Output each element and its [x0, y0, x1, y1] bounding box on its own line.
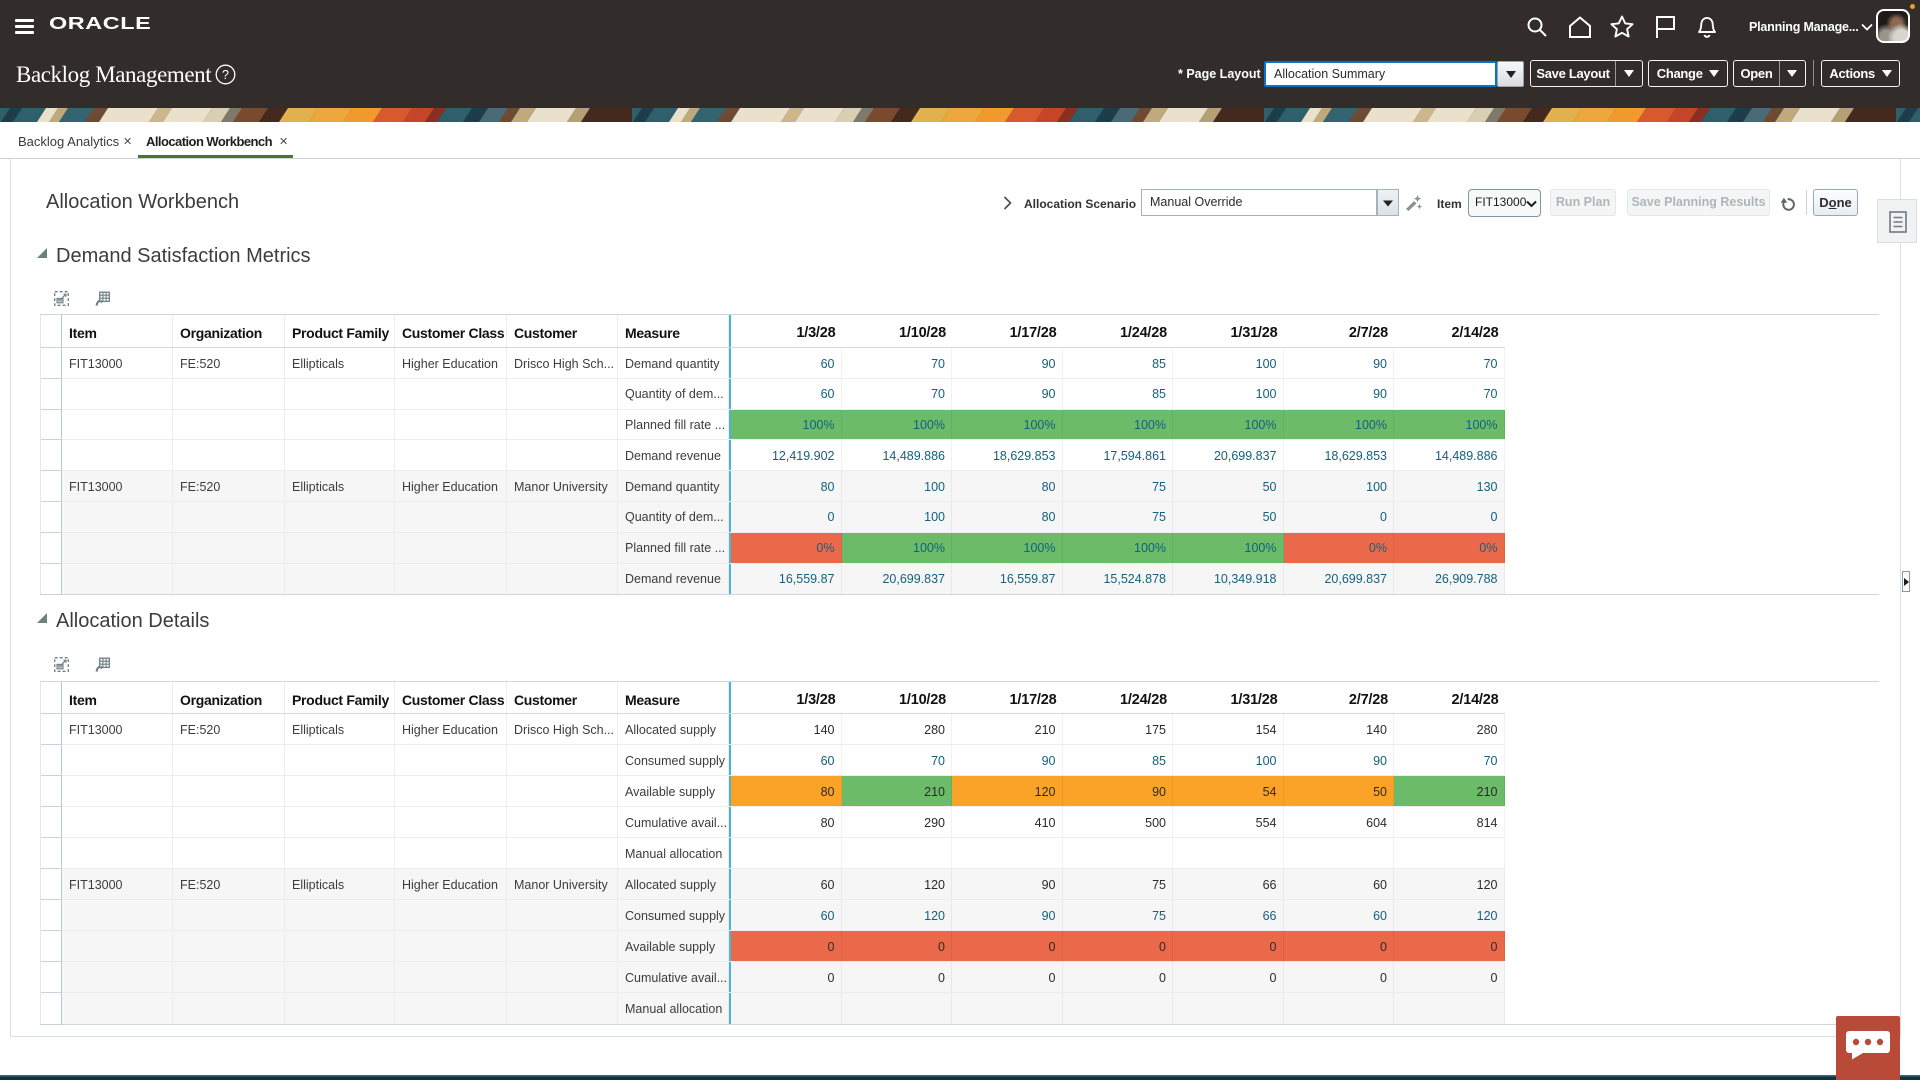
svg-text:?: ? [222, 68, 229, 82]
